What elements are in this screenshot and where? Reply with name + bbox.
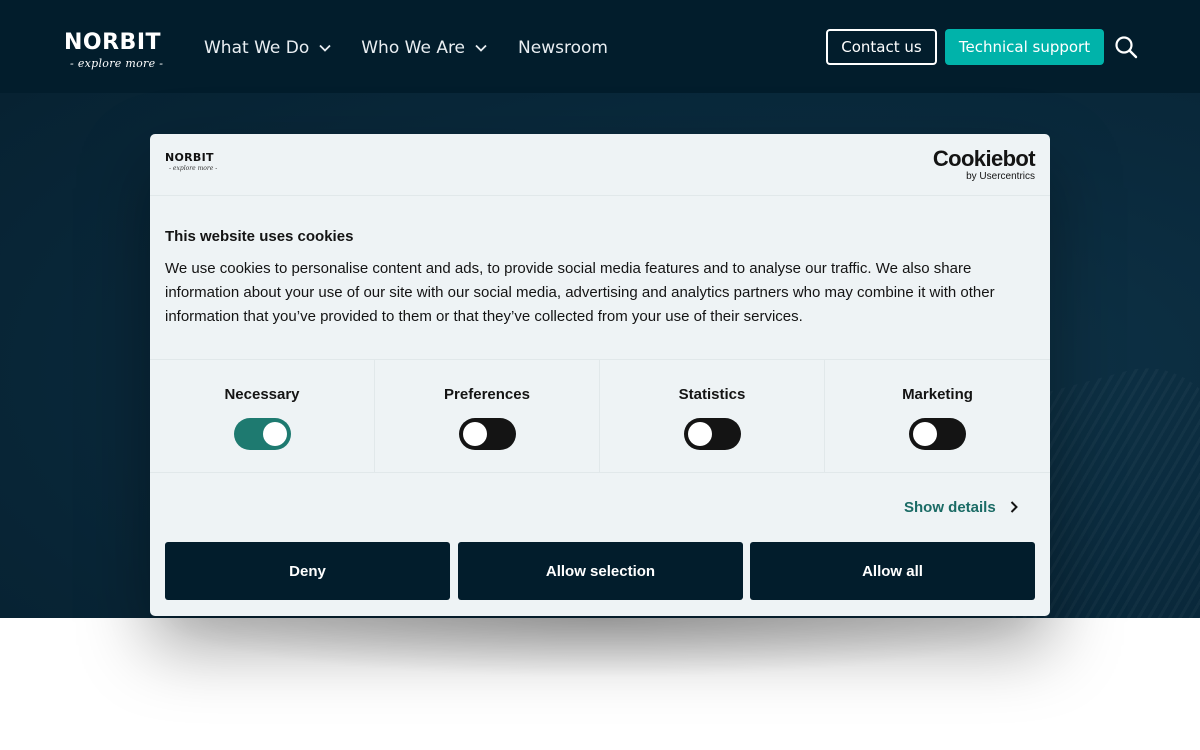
nav-item-who-we-are[interactable]: Who We Are: [361, 36, 487, 60]
category-marketing: Marketing: [825, 360, 1050, 472]
preferences-toggle[interactable]: [459, 418, 516, 450]
deny-button[interactable]: Deny: [165, 542, 450, 600]
chevron-down-icon: [319, 44, 331, 52]
logo-tagline: - explore more -: [70, 57, 164, 70]
cookiebot-logo[interactable]: Cookiebot by Usercentrics: [932, 146, 1036, 183]
cookie-consent-dialog: NORBIT - explore more - Cookiebot by Use…: [150, 134, 1050, 616]
brand-logo-tagline: - explore more -: [169, 165, 218, 172]
nav-item-label: What We Do: [204, 38, 310, 58]
show-details-link[interactable]: Show details: [904, 498, 1018, 516]
dialog-shadow: [150, 618, 1050, 678]
cookie-dialog-title: This website uses cookies: [165, 228, 354, 245]
cookie-dialog-header: NORBIT - explore more - Cookiebot by Use…: [150, 134, 1050, 196]
category-label: Preferences: [444, 386, 530, 403]
nav-item-label: Newsroom: [518, 38, 608, 58]
nav-item-what-we-do[interactable]: What We Do: [204, 36, 331, 60]
toggle-knob: [913, 422, 937, 446]
category-label: Statistics: [678, 386, 746, 403]
site-header: NORBIT - explore more - What We Do Who W…: [0, 0, 1200, 93]
category-label: Necessary: [224, 386, 300, 403]
chevron-down-icon: [475, 44, 487, 52]
chevron-right-icon: [1010, 501, 1018, 513]
category-label: Marketing: [902, 386, 973, 403]
allow-all-button[interactable]: Allow all: [750, 542, 1035, 600]
contact-us-button[interactable]: Contact us: [826, 29, 937, 65]
category-necessary: Necessary: [150, 360, 375, 472]
allow-selection-button[interactable]: Allow selection: [458, 542, 743, 600]
show-details-label: Show details: [904, 498, 996, 516]
cookie-category-toggles: Necessary Preferences Statistics Marketi…: [150, 359, 1050, 473]
search-icon[interactable]: [1114, 35, 1138, 59]
logo-wordmark: NORBIT: [64, 30, 162, 55]
statistics-toggle[interactable]: [684, 418, 741, 450]
cookiebot-wordmark: Cookiebot: [932, 146, 1036, 171]
nav-item-newsroom[interactable]: Newsroom: [518, 36, 608, 60]
brand-logo: NORBIT - explore more -: [165, 152, 219, 178]
toggle-knob: [688, 422, 712, 446]
technical-support-button[interactable]: Technical support: [945, 29, 1104, 65]
cookiebot-byline: by Usercentrics: [966, 171, 1035, 182]
toggle-knob: [263, 422, 287, 446]
nav-item-label: Who We Are: [361, 38, 466, 58]
cookie-action-buttons: Deny Allow selection Allow all: [165, 542, 1035, 600]
cookie-dialog-body: We use cookies to personalise content an…: [165, 260, 995, 325]
toggle-knob: [463, 422, 487, 446]
category-preferences: Preferences: [375, 360, 600, 472]
category-statistics: Statistics: [600, 360, 825, 472]
site-logo[interactable]: NORBIT - explore more -: [64, 31, 168, 79]
marketing-toggle[interactable]: [909, 418, 966, 450]
necessary-toggle[interactable]: [234, 418, 291, 450]
main-nav: What We Do Who We Are Newsroom: [204, 36, 608, 60]
brand-logo-wordmark: NORBIT: [165, 151, 214, 164]
